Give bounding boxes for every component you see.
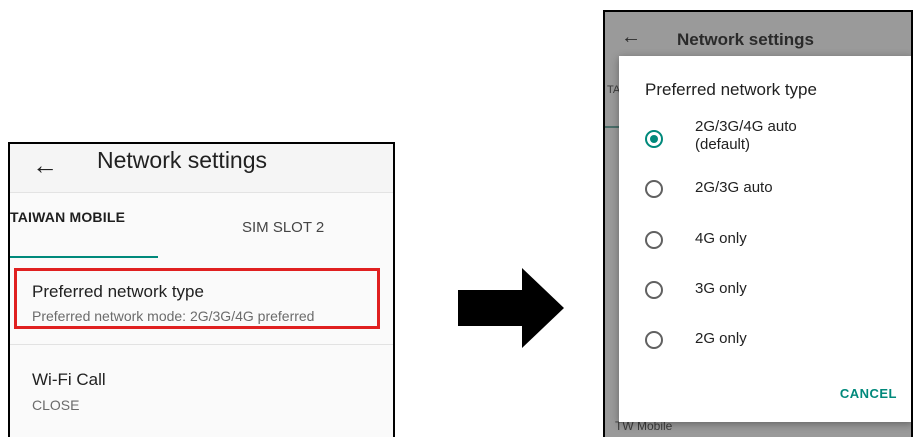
option-2g-3g-4g-auto[interactable]: 2G/3G/4G auto (default) [619, 112, 911, 156]
dialog-title: Preferred network type [645, 80, 817, 99]
preferred-network-type-title[interactable]: Preferred network type [32, 282, 204, 302]
cancel-button[interactable]: CANCEL [840, 386, 897, 401]
preferred-network-type-summary: Preferred network mode: 2G/3G/4G preferr… [32, 308, 315, 324]
tab-indicator [10, 256, 158, 258]
option-4g-only[interactable]: 4G only [619, 217, 911, 261]
option-label: 2G only [695, 330, 747, 347]
radio-unselected[interactable] [645, 331, 663, 349]
option-2g-only[interactable]: 2G only [619, 317, 911, 361]
arrow-left-icon: ← [621, 26, 641, 48]
network-settings-screen: ← Network settings TAIWAN MOBILE SIM SLO… [8, 142, 395, 437]
tab-taiwan-mobile[interactable]: TAIWAN MOBILE [10, 209, 125, 225]
option-label: 3G only [695, 280, 747, 297]
option-label: 2G/3G/4G auto [695, 118, 797, 135]
tab-sim-slot-2[interactable]: SIM SLOT 2 [242, 219, 324, 236]
option-label-suffix: (default) [695, 136, 751, 153]
arrow-right-icon [458, 268, 564, 348]
radio-selected[interactable] [645, 130, 663, 148]
toolbar: ← Network settings [10, 144, 393, 193]
page-title: Network settings [97, 147, 268, 173]
network-type-dialog-screen: ← Network settings TA TW Mobile Preferre… [603, 10, 913, 437]
arrow-left-icon[interactable]: ← [32, 150, 58, 181]
radio-unselected[interactable] [645, 231, 663, 249]
radio-unselected[interactable] [645, 180, 663, 198]
radio-unselected[interactable] [645, 281, 663, 299]
option-3g-only[interactable]: 3G only [619, 267, 911, 311]
option-label: 2G/3G auto [695, 179, 773, 196]
option-label: 4G only [695, 230, 747, 247]
option-2g-3g-auto[interactable]: 2G/3G auto [619, 166, 911, 210]
preferred-network-type-dialog: Preferred network type 2G/3G/4G auto (de… [619, 56, 911, 422]
wifi-call-summary: CLOSE [32, 397, 80, 413]
wifi-call-title[interactable]: Wi-Fi Call [32, 370, 106, 390]
divider [10, 344, 393, 345]
tab-indicator [605, 126, 619, 128]
page-title: Network settings [677, 30, 814, 49]
